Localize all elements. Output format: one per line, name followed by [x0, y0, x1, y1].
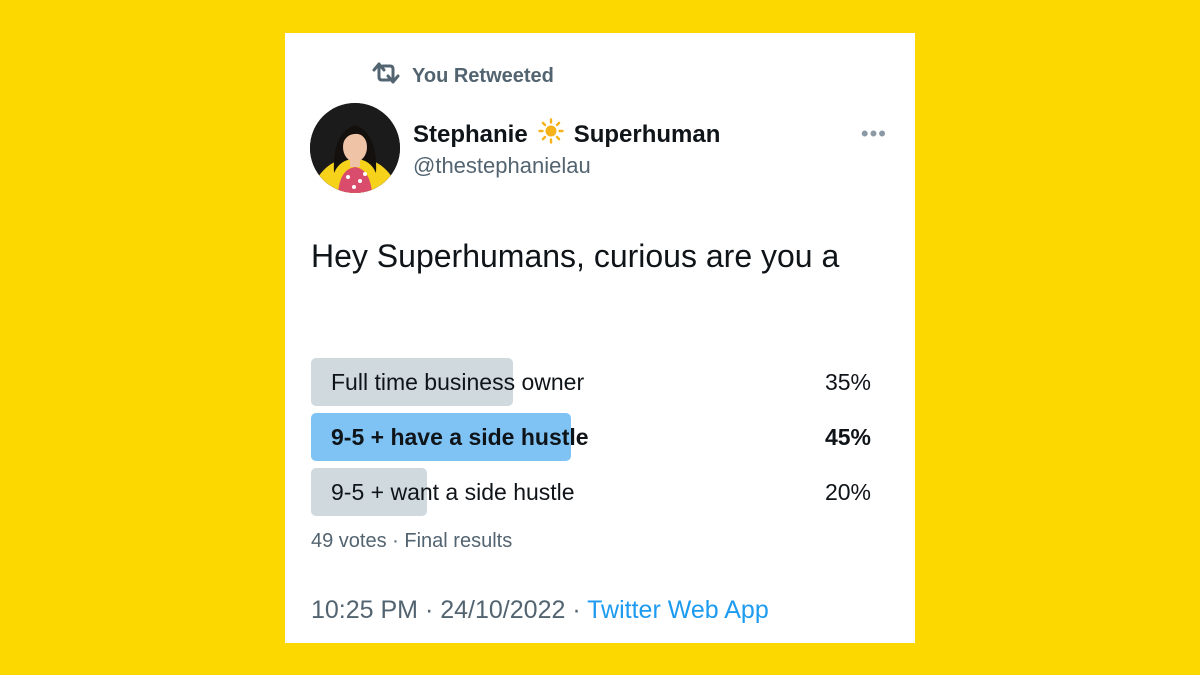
more-options-icon[interactable]: ••• — [861, 121, 887, 147]
tweet-date[interactable]: 24/10/2022 — [440, 596, 565, 624]
display-name[interactable]: Stephanie Superhuman — [413, 118, 720, 151]
tweet-time[interactable]: 10:25 PM — [311, 596, 418, 624]
separator: · — [572, 596, 581, 624]
separator: · — [424, 596, 434, 624]
source-link[interactable]: Twitter Web App — [587, 596, 769, 624]
poll-option-percent: 45% — [824, 423, 871, 450]
poll-option-percent: 20% — [824, 478, 871, 505]
poll-option-label: 9-5 + want a side hustle — [331, 478, 575, 505]
user-handle[interactable]: @thestephanielau — [413, 153, 591, 179]
poll: Full time business owner 35% 9-5 + have … — [311, 358, 871, 523]
poll-option: 9-5 + have a side hustle 45% — [311, 413, 871, 461]
poll-option: 9-5 + want a side hustle 20% — [311, 468, 871, 516]
tweet-timestamp: 10:25 PM · 24/10/2022 · Twitter Web App — [311, 596, 769, 625]
poll-option-label: Full time business owner — [331, 368, 585, 395]
display-name-last: Superhuman — [573, 120, 721, 148]
poll-option: Full time business owner 35% — [311, 358, 871, 406]
avatar[interactable] — [310, 103, 400, 193]
retweet-indicator: You Retweeted — [370, 61, 554, 91]
poll-option-label: 9-5 + have a side hustle — [331, 423, 589, 450]
tweet-card: You Retweeted Stephanie Superhuman @thes… — [285, 33, 915, 643]
retweet-icon — [370, 61, 402, 91]
sun-icon — [538, 118, 564, 151]
poll-option-percent: 35% — [824, 368, 871, 395]
tweet-text: Hey Superhumans, curious are you a — [311, 238, 840, 274]
retweet-label: You Retweeted — [412, 64, 554, 87]
poll-meta: 49 votes · Final results — [311, 530, 513, 552]
display-name-first: Stephanie — [413, 120, 528, 148]
